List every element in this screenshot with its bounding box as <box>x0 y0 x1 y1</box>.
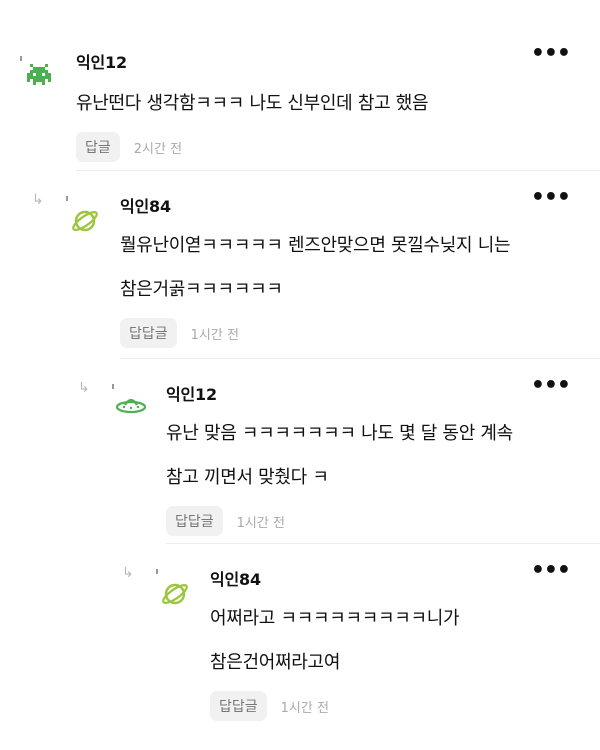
comment-text-line: 참고 끼면서 맞췄다 ㅋ <box>166 467 329 488</box>
comment-text-line: 어쩌라고 ㅋㅋㅋㅋㅋㅋㅋㅋㅋ니가 <box>210 608 460 629</box>
commenter-name[interactable]: 익인12 <box>166 381 217 405</box>
commenter-name[interactable]: 익인84 <box>210 566 261 590</box>
indicator-dot <box>156 569 158 574</box>
reply-arrow-icon: ↳ <box>32 192 44 208</box>
indicator-dot <box>112 384 114 389</box>
divider <box>166 543 600 544</box>
more-options-icon[interactable]: ••• <box>531 43 571 65</box>
comment-text-line: 유난 맞음 ㅋㅋㅋㅋㅋㅋㅋ 나도 몇 달 동안 계속 <box>166 423 513 444</box>
reply-button[interactable]: 답답글 <box>166 506 223 536</box>
reply-button[interactable]: 답답글 <box>210 691 267 721</box>
ufo-icon <box>114 394 148 420</box>
reply-button[interactable]: 답글 <box>76 132 120 162</box>
indicator-dot <box>66 196 68 201</box>
comment-text: 유난떤다 생각함ㅋㅋㅋ 나도 신부인데 참고 했음 <box>76 93 429 114</box>
timestamp: 2시간 전 <box>133 141 183 157</box>
more-options-icon[interactable]: ••• <box>531 187 571 209</box>
space-invader-icon <box>24 62 54 92</box>
reply-button[interactable]: 답답글 <box>120 318 177 348</box>
commenter-name[interactable]: 익인12 <box>76 49 127 73</box>
more-options-icon[interactable]: ••• <box>531 560 571 582</box>
reply-arrow-icon: ↳ <box>122 565 134 581</box>
divider <box>120 358 600 359</box>
timestamp: 1시간 전 <box>190 327 239 343</box>
comment-text-line: 참은건어쩌라고여 <box>210 652 341 673</box>
more-options-icon[interactable]: ••• <box>531 375 571 397</box>
planet-icon <box>160 579 190 613</box>
timestamp: 1시간 전 <box>236 515 285 531</box>
comment-text-line: 뭘유난이엳ㅋㅋㅋㅋㅋ 렌즈안맞으면 못낄수닞지 니는 <box>120 235 511 256</box>
timestamp: 1시간 전 <box>280 700 329 716</box>
reply-arrow-icon: ↳ <box>78 380 90 396</box>
divider <box>76 170 600 171</box>
commenter-name[interactable]: 익인84 <box>120 193 171 217</box>
indicator-dot <box>20 56 22 61</box>
planet-icon <box>70 206 100 240</box>
comment-text-line: 참은거곩ㅋㅋㅋㅋㅋㅋ <box>120 279 283 300</box>
